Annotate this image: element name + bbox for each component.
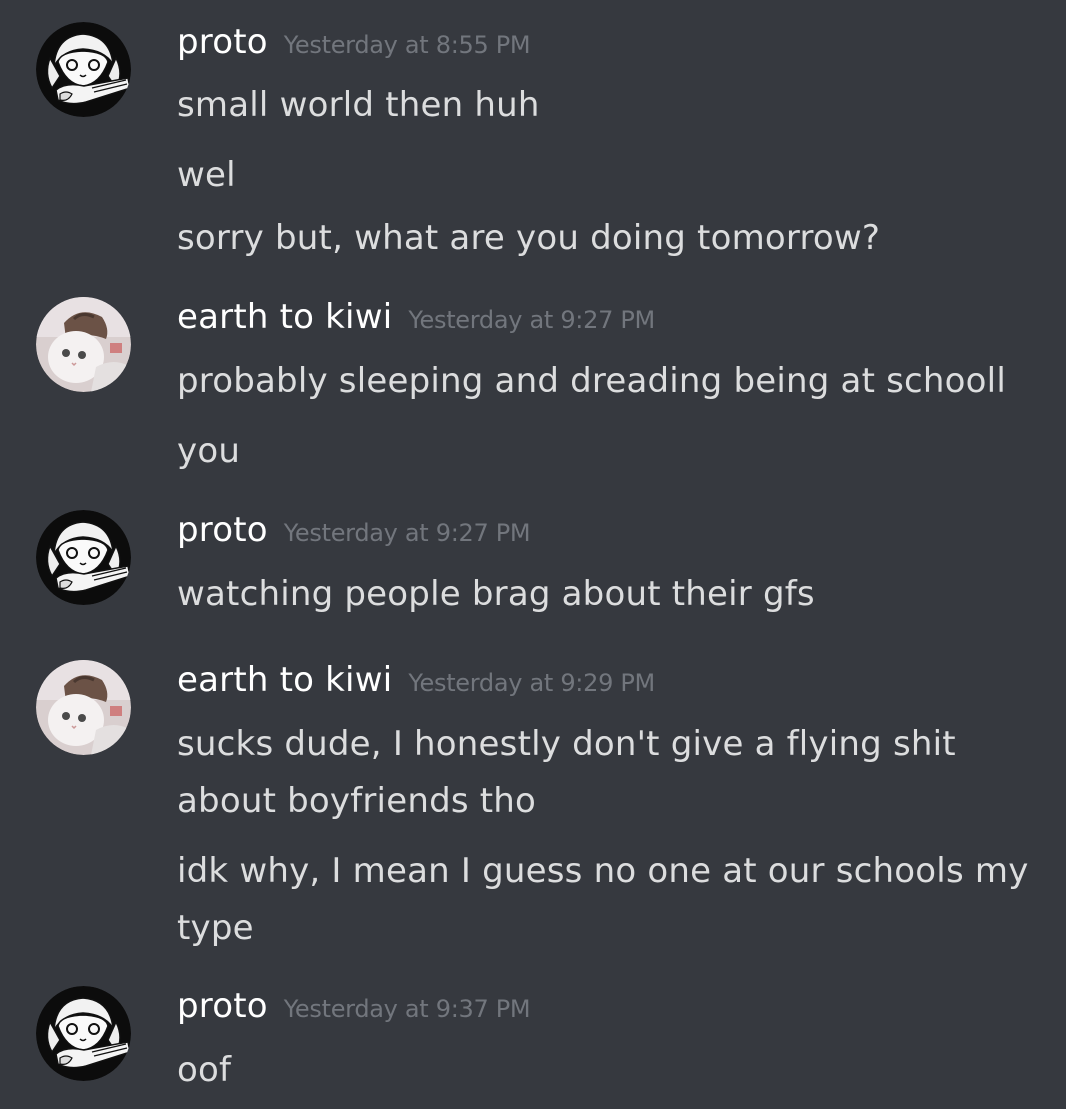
- message-text: sorry but, what are you doing tomorrow?: [177, 218, 881, 258]
- cat-avatar-icon: [36, 660, 131, 755]
- message-header: earth to kiwi Yesterday at 9:27 PM: [177, 297, 655, 337]
- username[interactable]: earth to kiwi: [177, 660, 392, 700]
- message-text: oof: [177, 1050, 232, 1090]
- chat-messages: proto Yesterday at 8:55 PM small world th…: [0, 0, 1066, 1109]
- avatar[interactable]: [36, 297, 131, 392]
- message-text: you: [177, 431, 241, 471]
- username[interactable]: proto: [177, 22, 268, 62]
- username[interactable]: earth to kiwi: [177, 297, 392, 337]
- username[interactable]: proto: [177, 986, 268, 1026]
- message-text: idk why, I mean I guess no one at our sc…: [177, 851, 1029, 891]
- message-text: type: [177, 908, 254, 948]
- message-header: proto Yesterday at 9:37 PM: [177, 986, 531, 1026]
- message-text: watching people brag about their gfs: [177, 574, 815, 614]
- avatar[interactable]: [36, 986, 131, 1081]
- message-text: probably sleeping and dreading being at …: [177, 361, 1006, 401]
- timestamp[interactable]: Yesterday at 9:37 PM: [284, 995, 531, 1023]
- avatar[interactable]: [36, 660, 131, 755]
- manga-girl-avatar-icon: [36, 22, 131, 117]
- avatar[interactable]: [36, 510, 131, 605]
- message-header: proto Yesterday at 9:27 PM: [177, 510, 531, 550]
- timestamp[interactable]: Yesterday at 9:27 PM: [408, 306, 655, 334]
- message-text: sucks dude, I honestly don't give a flyi…: [177, 724, 956, 764]
- timestamp[interactable]: Yesterday at 8:55 PM: [284, 31, 531, 59]
- timestamp[interactable]: Yesterday at 9:27 PM: [284, 519, 531, 547]
- message-text: wel: [177, 155, 236, 195]
- message-text: small world then huh: [177, 85, 540, 125]
- cat-avatar-icon: [36, 297, 131, 392]
- username[interactable]: proto: [177, 510, 268, 550]
- message-text: about boyfriends tho: [177, 781, 537, 821]
- message-header: earth to kiwi Yesterday at 9:29 PM: [177, 660, 655, 700]
- avatar[interactable]: [36, 22, 131, 117]
- manga-girl-avatar-icon: [36, 986, 131, 1081]
- manga-girl-avatar-icon: [36, 510, 131, 605]
- timestamp[interactable]: Yesterday at 9:29 PM: [408, 669, 655, 697]
- message-header: proto Yesterday at 8:55 PM: [177, 22, 531, 62]
